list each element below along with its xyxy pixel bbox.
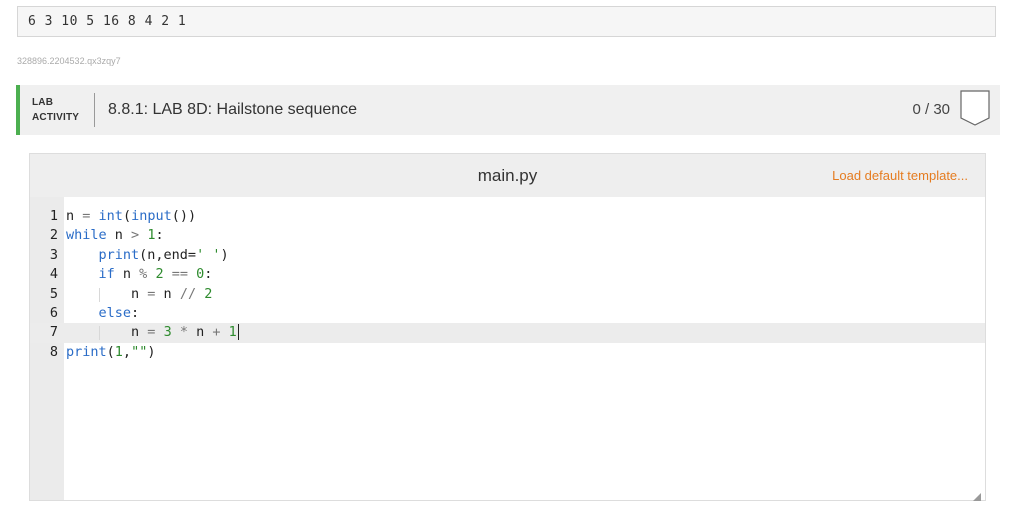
lab-activity-tag: LAB ACTIVITY [32, 95, 79, 125]
lab-header: LAB ACTIVITY 8.8.1: LAB 8D: Hailstone se… [16, 85, 1000, 135]
lab-tag-line1: LAB [32, 97, 54, 108]
code-text[interactable]: print(1,"") [66, 343, 155, 362]
code-editor: main.py Load default template... 1 n = i… [29, 153, 986, 501]
code-line[interactable]: 8 print(1,"") [30, 343, 985, 362]
load-default-template-link[interactable]: Load default template... [832, 168, 968, 183]
line-number: 6 [49, 304, 58, 321]
lab-tag-line2: ACTIVITY [32, 112, 80, 123]
code-text[interactable]: while n > 1: [66, 226, 164, 245]
line-number: 8 [49, 343, 58, 360]
resize-handle-icon[interactable] [973, 488, 981, 501]
code-text[interactable]: n = int(input()) [66, 207, 196, 226]
editor-header: main.py Load default template... [30, 154, 985, 197]
activity-id: 328896.2204532.qx3zqy7 [17, 56, 121, 66]
lab-title: 8.8.1: LAB 8D: Hailstone sequence [108, 101, 358, 118]
program-output: 6 3 10 5 16 8 4 2 1 [17, 6, 996, 37]
code-line[interactable]: 4 if n % 2 == 0: [30, 265, 985, 284]
line-number: 2 [49, 227, 58, 244]
text-cursor [237, 324, 239, 341]
code-line[interactable]: 1 n = int(input()) [30, 207, 985, 226]
code-text[interactable]: print(n,end=' ') [66, 246, 229, 265]
code-line[interactable]: 6 else: [30, 304, 985, 323]
code-line[interactable]: 3 print(n,end=' ') [30, 246, 985, 265]
line-number: 1 [49, 208, 58, 224]
completion-badge-icon [960, 90, 990, 126]
code-line[interactable]: 2 while n > 1: [30, 226, 985, 245]
line-number: 4 [49, 266, 58, 283]
code-line-active[interactable]: 7 n = 3 * n + 1 [30, 323, 985, 343]
score: 0 / 30 [912, 101, 950, 118]
code-text[interactable]: n = 3 * n + 1 [66, 323, 239, 342]
code-area[interactable]: 1 n = int(input()) 2 while n > 1: 3 prin… [30, 207, 985, 362]
line-number: 3 [49, 246, 58, 263]
code-line[interactable]: 5 n = n // 2 [30, 285, 985, 304]
code-text[interactable]: if n % 2 == 0: [66, 265, 213, 284]
line-number: 5 [49, 285, 58, 302]
code-text[interactable]: else: [66, 304, 140, 323]
header-divider [94, 93, 95, 127]
line-number: 7 [49, 324, 58, 341]
code-text[interactable]: n = n // 2 [66, 285, 212, 304]
